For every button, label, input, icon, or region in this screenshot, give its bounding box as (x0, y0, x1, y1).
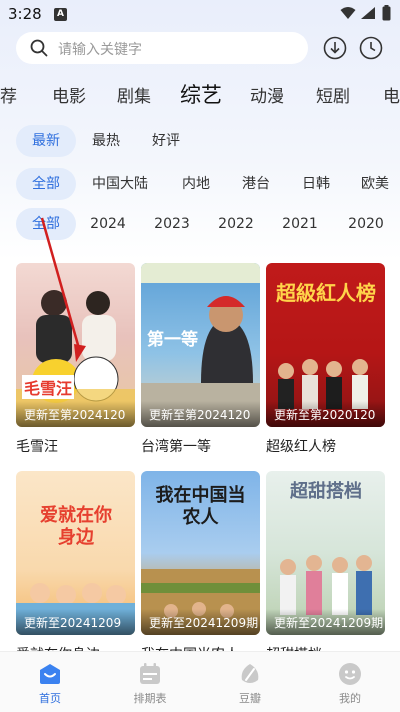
filter-sort-hottest[interactable]: 最热 (76, 125, 136, 157)
update-label: 更新至20241209期 (274, 616, 384, 630)
nav-schedule[interactable]: 排期表 (100, 652, 200, 712)
show-title: 毛雪汪 (16, 439, 58, 455)
search-icon (30, 39, 48, 57)
user-face-icon (339, 663, 361, 685)
update-label: 更新至第2024120 (24, 408, 126, 422)
tab-short-drama[interactable]: 短剧 (316, 82, 350, 107)
signal-icon (361, 7, 375, 19)
show-poster: 我在中国当农人 更新至20241209期 (141, 471, 260, 635)
bottom-nav: 首页 排期表 豆瓣 我的 (0, 651, 400, 712)
search-placeholder: 请输入关键字 (58, 42, 142, 58)
nav-douban-label: 豆瓣 (239, 692, 261, 705)
show-title: 台湾第一等 (141, 439, 211, 455)
nav-profile-label: 我的 (339, 692, 361, 705)
wifi-icon (340, 7, 356, 19)
filter-region-all[interactable]: 全部 (16, 168, 76, 200)
download-icon[interactable] (323, 36, 347, 60)
show-poster: 超級紅人榜 更新至第2020120 (266, 263, 385, 427)
show-poster: 毛雪汪 更新至第2024120 (16, 263, 135, 427)
show-poster: 超甜搭档 更新至20241209期 (266, 471, 385, 635)
nav-douban[interactable]: 豆瓣 (200, 652, 300, 712)
filter-year-2024[interactable]: 2024 (80, 208, 136, 240)
filter-year-all[interactable]: 全部 (16, 208, 76, 240)
filter-region-mainland[interactable]: 中国大陆 (84, 168, 156, 200)
battery-icon (382, 5, 391, 21)
calendar-icon (140, 663, 160, 684)
filter-year-2022[interactable]: 2022 (208, 208, 264, 240)
nav-home[interactable]: 首页 (0, 652, 100, 712)
status-bar: 3:28 A (0, 0, 400, 28)
show-poster: 第一等 更新至第2024120 (141, 263, 260, 427)
poster-logo-text: 我在中国当农人 (155, 485, 246, 528)
nav-profile[interactable]: 我的 (300, 652, 400, 712)
show-poster: 爱就在你身边 更新至20241209 (16, 471, 135, 635)
update-label: 更新至第2020120 (274, 408, 376, 422)
nav-schedule-label: 排期表 (133, 692, 167, 705)
filter-year-2020[interactable]: 2020 (338, 208, 394, 240)
filter-region-western[interactable]: 欧美 (350, 168, 400, 200)
history-icon[interactable] (359, 36, 383, 60)
filter-region-neidi[interactable]: 内地 (170, 168, 222, 200)
filter-sort-newest[interactable]: 最新 (16, 125, 76, 157)
search-bar[interactable]: 请输入关键字 (16, 32, 308, 64)
tab-overflow[interactable]: 电 (383, 82, 400, 107)
poster-logo-text: 第一等 (147, 330, 198, 350)
tab-variety[interactable]: 综艺 (180, 79, 222, 109)
home-icon (40, 664, 60, 684)
filter-year-2023[interactable]: 2023 (144, 208, 200, 240)
poster-logo-text: 超級紅人榜 (276, 281, 376, 305)
tab-anime[interactable]: 动漫 (250, 82, 284, 107)
update-label: 更新至20241209 (24, 616, 122, 630)
update-label: 更新至第2024120 (149, 408, 251, 422)
update-label: 更新至20241209期 (149, 616, 259, 630)
tab-recommend[interactable]: 荐 (0, 82, 17, 107)
nav-home-label: 首页 (39, 692, 61, 705)
filter-year-2021[interactable]: 2021 (272, 208, 328, 240)
filter-region-jp-kr[interactable]: 日韩 (290, 168, 342, 200)
leaf-icon (241, 664, 259, 683)
poster-logo-text: 超甜搭档 (290, 481, 362, 502)
tab-series[interactable]: 剧集 (117, 82, 151, 107)
status-time: 3:28 (8, 5, 42, 23)
poster-logo-text: 爱就在你身边 (40, 505, 112, 548)
filter-sort-rating[interactable]: 好评 (136, 125, 196, 157)
filter-region-hk-tw[interactable]: 港台 (230, 168, 282, 200)
poster-logo-text: 毛雪汪 (22, 375, 75, 399)
show-title: 超级红人榜 (266, 439, 336, 455)
notification-badge: A (54, 8, 67, 21)
tab-movies[interactable]: 电影 (52, 82, 86, 107)
